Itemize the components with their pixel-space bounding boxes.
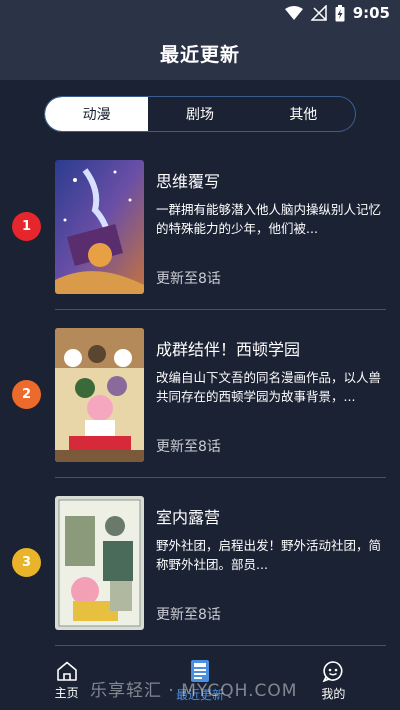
item-description: 野外社团，启程出发！野外活动社团，简称野外社团。部员... [156,538,382,572]
rank-badge: 2 [12,380,41,409]
divider [55,309,386,310]
list-item[interactable]: 3 室内露营 野外社团，启程出发！野外活动社团，简称野外社团。部员... 更新至… [0,486,400,654]
nav-home[interactable]: 主页 [0,652,133,710]
nav-mine-label: 我的 [321,687,346,701]
item-update-status: 更新至8话 [156,607,221,623]
nav-home-label: 主页 [54,686,79,700]
item-description: 改编自山下文吾的同名漫画作品，以人兽共同存在的西顿学园为故事背景，... [156,370,382,404]
wifi-icon [284,6,303,20]
cover-image[interactable] [55,496,144,630]
nav-recent-updates-label: 最近更新 [175,688,224,702]
item-title[interactable]: 成群结伴！西顿学园 [156,336,300,360]
item-description: 一群拥有能够潜入他人脑内操纵别人记忆的特殊能力的少年，他们被... [156,202,382,236]
rank-badge: 3 [12,548,41,577]
item-update-status: 更新至8话 [156,439,221,455]
nav-recent-updates[interactable]: 最近更新 [133,652,266,710]
list-item[interactable]: 2 成群结伴！西顿学园 改编自山下文吾的同名漫画作品，以人兽共同存在的西顿学园为… [0,318,400,486]
title-bar: 最近更新 [0,26,400,80]
new-icon [190,660,209,682]
list-item[interactable]: 1 思维覆写 一群拥有能够潜入他人脑内操纵别人记忆的特殊能力的少年，他们被...… [0,150,400,318]
divider [55,477,386,478]
rank-badge: 1 [12,212,41,241]
update-list: 1 思维覆写 一群拥有能够潜入他人脑内操纵别人记忆的特殊能力的少年，他们被...… [0,150,400,654]
item-update-status: 更新至8话 [156,271,221,287]
item-title[interactable]: 室内露营 [156,504,220,528]
cover-image[interactable] [55,328,144,462]
category-tabs: 动漫 剧场 其他 [44,96,356,132]
tab-anime[interactable]: 动漫 [45,97,149,131]
item-title[interactable]: 思维覆写 [156,168,220,192]
battery-charging-icon [335,4,345,21]
chat-face-icon [322,661,343,682]
home-icon [56,661,77,681]
tab-theater[interactable]: 剧场 [148,97,251,131]
tab-other[interactable]: 其他 [252,97,355,131]
cover-image[interactable] [55,160,144,294]
no-signal-icon [310,5,327,21]
status-time: 9:05 [352,4,390,22]
status-bar: 9:05 [0,0,400,26]
bottom-nav: 主页 最近更新 我的 [0,652,400,710]
divider [55,645,386,646]
page-title: 最近更新 [159,43,240,66]
nav-mine[interactable]: 我的 [267,652,400,710]
